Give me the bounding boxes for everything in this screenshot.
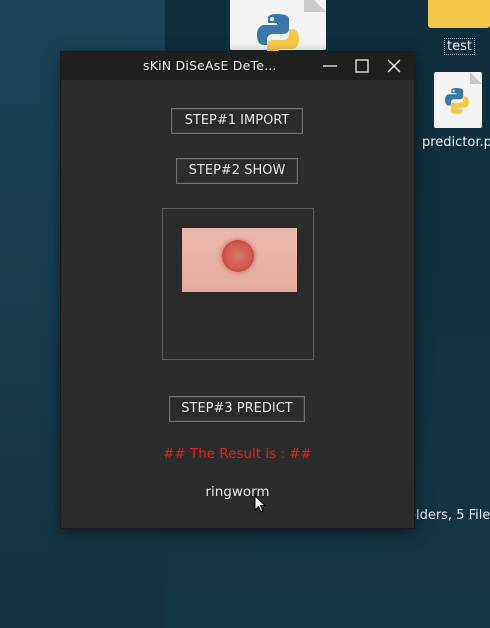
python-file-icon[interactable]: [434, 72, 482, 128]
show-button[interactable]: STEP#2 SHOW: [176, 158, 298, 184]
app-window: sKiN DiSeAsE DeTe... STEP#1 IMPORT STEP#…: [61, 52, 414, 528]
desktop-status-text: olders, 5 Files: [408, 508, 490, 523]
result-heading: ## The Result is : ##: [163, 446, 312, 462]
result-value: ringworm: [205, 484, 270, 500]
import-button[interactable]: STEP#1 IMPORT: [171, 108, 303, 134]
image-preview-frame: [162, 208, 314, 360]
maximize-icon[interactable]: [351, 56, 373, 76]
minimize-icon[interactable]: [319, 56, 341, 76]
mouse-cursor-icon: [254, 494, 267, 513]
file-label-predictor[interactable]: predictor.py: [422, 135, 490, 150]
folder-icon[interactable]: [428, 0, 490, 28]
predict-button[interactable]: STEP#3 PREDICT: [169, 396, 305, 422]
python-file-icon[interactable]: [230, 0, 326, 60]
title-bar[interactable]: sKiN DiSeAsE DeTe...: [61, 52, 414, 80]
window-title: sKiN DiSeAsE DeTe...: [143, 58, 277, 73]
skin-lesion-image: [182, 228, 297, 292]
folder-label-test[interactable]: test: [444, 38, 475, 55]
close-icon[interactable]: [383, 56, 405, 76]
